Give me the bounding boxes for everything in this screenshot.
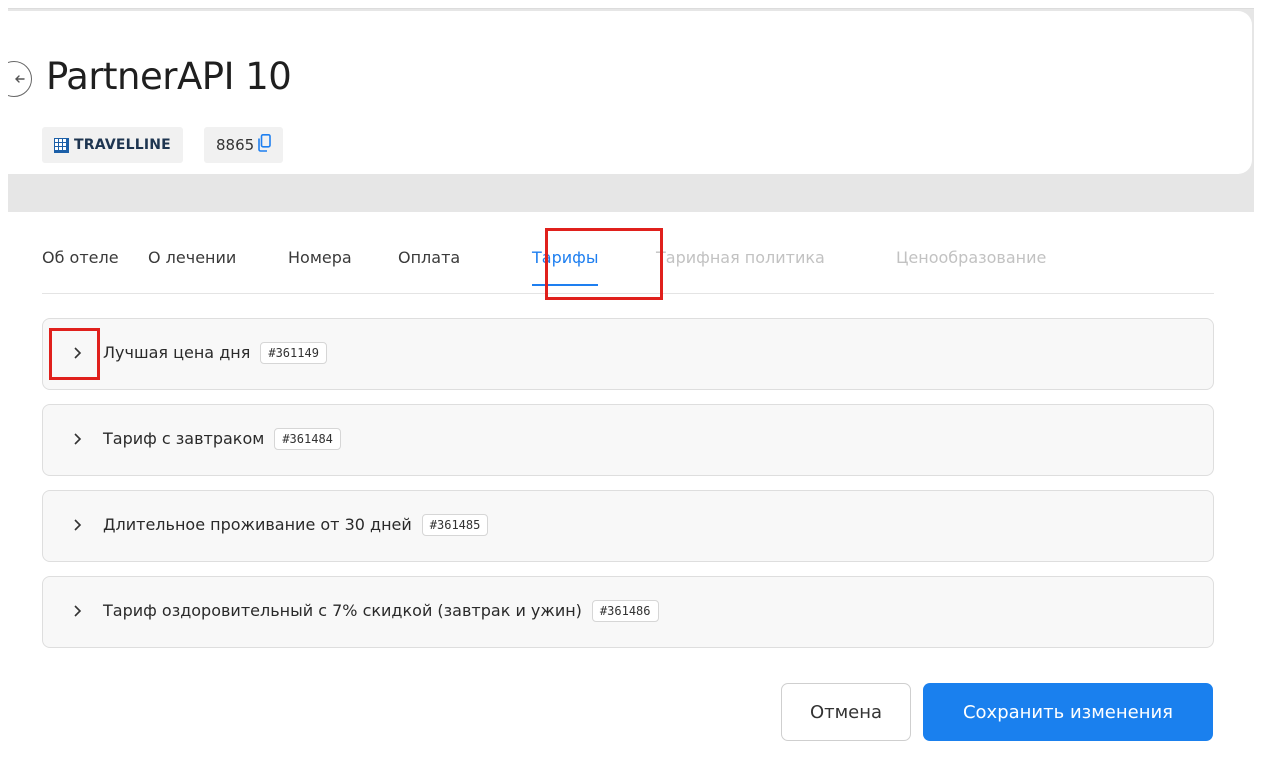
tab-payment[interactable]: Оплата [398,248,460,267]
brand-name: TRAVELLINE [74,137,171,153]
chevron-right-icon[interactable] [73,603,83,623]
hotel-id-badge: 8865 [204,127,284,163]
tariff-code: #361485 [421,514,489,536]
tab-rooms[interactable]: Номера [288,248,352,267]
hotel-id: 8865 [216,136,255,154]
tab-pricing: Ценообразование [896,248,1047,267]
chevron-right-icon[interactable] [73,517,83,537]
tab-treatment[interactable]: О лечении [148,248,236,267]
page-frame: PartnerAPI 10 TRAVELLINE 8865 Об отеле О… [8,8,1254,761]
page-title: PartnerAPI 10 [46,55,292,98]
hotel-header: PartnerAPI 10 TRAVELLINE 8865 [8,11,1252,174]
highlight-box-rates-tab [545,228,663,300]
highlight-box-expand-chevron [49,328,100,380]
back-button[interactable] [8,61,32,97]
travelline-logo-icon [54,137,69,153]
tariff-item[interactable]: Лучшая цена дня #361149 [42,318,1214,390]
save-button[interactable]: Сохранить изменения [923,683,1213,741]
tariff-name: Длительное проживание от 30 дней [103,515,412,534]
brand-badge: TRAVELLINE [42,127,183,163]
tariff-name: Лучшая цена дня [103,343,251,362]
tariff-code: #361486 [591,600,659,622]
tariff-code: #361149 [260,342,327,364]
tariff-item[interactable]: Длительное проживание от 30 дней #361485 [42,490,1214,562]
copy-icon[interactable] [258,134,271,156]
tab-rate-policy: Тарифная политика [656,248,825,267]
cancel-button[interactable]: Отмена [781,683,911,741]
tab-about-hotel[interactable]: Об отеле [42,248,119,267]
tariff-item[interactable]: Тариф с завтраком #361484 [42,404,1214,476]
chevron-right-icon[interactable] [73,431,83,451]
tariff-name: Тариф оздоровительный с 7% скидкой (завт… [103,601,582,620]
tariff-item[interactable]: Тариф оздоровительный с 7% скидкой (завт… [42,576,1214,648]
tariff-code: #361484 [274,428,341,450]
tariff-name: Тариф с завтраком [103,429,265,448]
arrow-left-icon [14,73,26,85]
